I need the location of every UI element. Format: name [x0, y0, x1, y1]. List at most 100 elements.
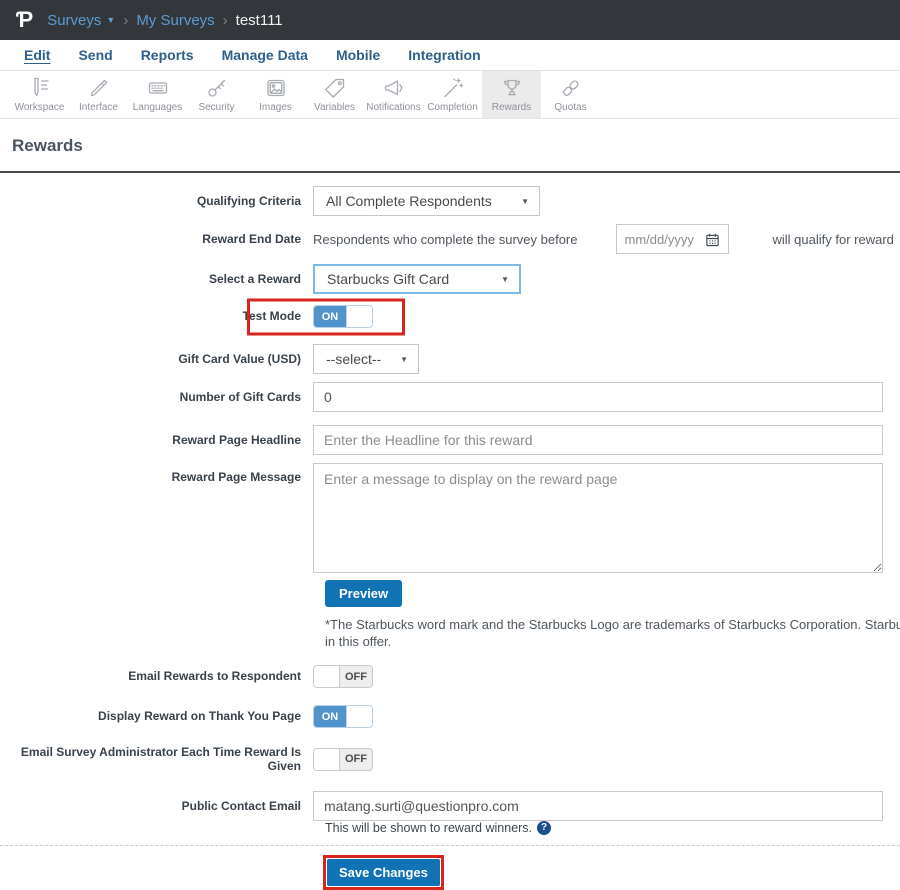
- toggle-on-label: ON: [314, 306, 346, 327]
- email-admin-row: Email Survey Administrator Each Time Rew…: [0, 745, 900, 774]
- toolbar-item-label: Completion: [427, 102, 478, 113]
- reward-page-headline-label: Reward Page Headline: [172, 432, 301, 447]
- test-mode-label: Test Mode: [242, 309, 301, 324]
- select-reward-label: Select a Reward: [208, 271, 301, 286]
- reward-end-date-label: Reward End Date: [202, 231, 301, 246]
- toolbar-item-label: Security: [198, 102, 235, 113]
- reward-page-message-row: Reward Page Message: [0, 463, 900, 573]
- public-contact-email-help: This will be shown to reward winners. ?: [325, 820, 900, 835]
- annotation-highlight-box: Save Changes: [323, 854, 444, 890]
- public-contact-email-label: Public Contact Email: [181, 798, 301, 813]
- tag-icon: [324, 78, 344, 98]
- email-rewards-row: Email Rewards to Respondent OFF: [0, 665, 900, 688]
- breadcrumb-my-surveys-label: My Surveys: [136, 11, 215, 29]
- display-reward-toggle[interactable]: ON: [313, 705, 373, 728]
- toolbar-item-label: Images: [259, 102, 292, 113]
- tab-reports[interactable]: Reports: [127, 47, 208, 63]
- date-placeholder: mm/dd/yyyy: [624, 231, 694, 247]
- reward-page-headline-row: Reward Page Headline: [0, 425, 900, 455]
- top-bar: Ƥ Surveys ▼ › My Surveys › test111: [0, 0, 900, 40]
- tab-edit[interactable]: Edit: [10, 47, 64, 63]
- image-icon: [266, 79, 285, 97]
- email-rewards-toggle[interactable]: OFF: [313, 665, 373, 688]
- toolbar-item-completion[interactable]: Completion: [423, 71, 482, 118]
- toolbar-item-security[interactable]: Security: [187, 71, 246, 118]
- toggle-knob: [346, 706, 372, 727]
- qualifying-criteria-row: Qualifying Criteria All Complete Respond…: [0, 186, 900, 216]
- toolbar-item-variables[interactable]: Variables: [305, 71, 364, 118]
- reward-page-message-textarea[interactable]: [313, 463, 883, 573]
- tab-integration[interactable]: Integration: [394, 47, 494, 63]
- question-mark-icon[interactable]: ?: [537, 820, 552, 835]
- chevron-down-icon: ▼: [501, 274, 509, 284]
- tab-mobile[interactable]: Mobile: [322, 47, 394, 63]
- main-nav: Edit Send Reports Manage Data Mobile Int…: [0, 40, 900, 71]
- display-reward-label: Display Reward on Thank You Page: [98, 709, 301, 724]
- toggle-knob: [314, 666, 340, 687]
- reward-end-date-suffix-text: will qualify for reward: [772, 231, 894, 247]
- tab-send[interactable]: Send: [64, 47, 126, 63]
- email-rewards-label: Email Rewards to Respondent: [128, 669, 301, 684]
- toolbar-item-quotas[interactable]: Quotas: [541, 71, 600, 118]
- reward-page-message-label: Reward Page Message: [171, 470, 301, 484]
- number-of-gift-cards-row: Number of Gift Cards: [0, 382, 900, 412]
- public-contact-email-input[interactable]: [313, 790, 883, 821]
- test-mode-toggle[interactable]: ON: [313, 305, 373, 328]
- gift-card-value-select[interactable]: --select-- ▼: [313, 344, 419, 374]
- toolbar-item-notifications[interactable]: Notifications: [364, 71, 423, 118]
- dashed-divider: [0, 844, 900, 846]
- interface-icon: [90, 79, 107, 97]
- help-text: This will be shown to reward winners.: [325, 820, 533, 835]
- megaphone-icon: [384, 80, 402, 96]
- toolbar-item-rewards[interactable]: Rewards: [482, 71, 541, 118]
- qualifying-criteria-label: Qualifying Criteria: [196, 193, 301, 208]
- toolbar-item-languages[interactable]: Languages: [128, 71, 187, 118]
- reward-end-date-row: Reward End Date Respondents who complete…: [0, 224, 900, 254]
- keyboard-icon: [148, 82, 167, 94]
- breadcrumb-my-surveys[interactable]: My Surveys: [136, 12, 214, 29]
- reward-end-date-prefix-text: Respondents who complete the survey befo…: [313, 231, 578, 247]
- gift-card-value-row: Gift Card Value (USD) --select-- ▼: [0, 344, 900, 374]
- toolbar-item-label: Quotas: [554, 102, 587, 113]
- select-reward-select[interactable]: Starbucks Gift Card ▼: [313, 264, 521, 294]
- save-changes-button[interactable]: Save Changes: [327, 858, 440, 886]
- qualifying-criteria-select[interactable]: All Complete Respondents ▼: [313, 186, 540, 216]
- magic-wand-icon: [443, 78, 463, 98]
- chevron-down-icon: ▼: [106, 15, 116, 25]
- email-admin-label: Email Survey Administrator Each Time Rew…: [20, 745, 301, 774]
- starbucks-disclaimer-text: *The Starbucks word mark and the Starbuc…: [325, 617, 900, 649]
- reward-page-headline-input[interactable]: [313, 425, 883, 455]
- questionpro-logo[interactable]: Ƥ: [16, 7, 33, 33]
- preview-row: Preview: [325, 580, 900, 607]
- workspace-icon: [33, 77, 49, 97]
- trophy-icon: [503, 79, 520, 96]
- toggle-on-label: ON: [314, 706, 346, 727]
- toolbar-item-label: Notifications: [366, 102, 421, 113]
- toolbar-item-label: Languages: [132, 102, 183, 113]
- toggle-off-label: OFF: [345, 753, 367, 766]
- breadcrumb-surveys[interactable]: Surveys ▼: [47, 12, 115, 29]
- breadcrumb-surveys-label: Surveys: [47, 11, 102, 29]
- chevron-down-icon: ▼: [521, 196, 529, 206]
- key-icon: [207, 79, 225, 97]
- preview-button[interactable]: Preview: [325, 580, 403, 607]
- toolbar-item-workspace[interactable]: Workspace: [10, 71, 69, 118]
- select-reward-value: Starbucks Gift Card: [327, 271, 450, 287]
- toolbar-item-images[interactable]: Images: [246, 71, 305, 118]
- chain-links-icon: [562, 80, 579, 96]
- toggle-off-label: OFF: [345, 670, 367, 683]
- reward-end-date-input[interactable]: mm/dd/yyyy: [615, 224, 729, 254]
- toolbar-item-interface[interactable]: Interface: [69, 71, 128, 118]
- rewards-form: Qualifying Criteria All Complete Respond…: [0, 173, 900, 890]
- save-row: Save Changes: [323, 854, 900, 890]
- number-of-gift-cards-input[interactable]: [313, 382, 883, 412]
- breadcrumb-separator: ›: [123, 11, 129, 29]
- page-title: Rewards: [12, 136, 83, 155]
- toolbar-item-label: Variables: [314, 102, 355, 113]
- test-mode-row: Test Mode ON: [0, 298, 900, 335]
- public-contact-email-row: Public Contact Email: [0, 790, 900, 821]
- email-admin-toggle[interactable]: OFF: [313, 747, 373, 771]
- tab-manage-data[interactable]: Manage Data: [208, 47, 322, 63]
- number-of-gift-cards-label: Number of Gift Cards: [179, 389, 301, 404]
- breadcrumb-current-survey: test111: [235, 11, 283, 29]
